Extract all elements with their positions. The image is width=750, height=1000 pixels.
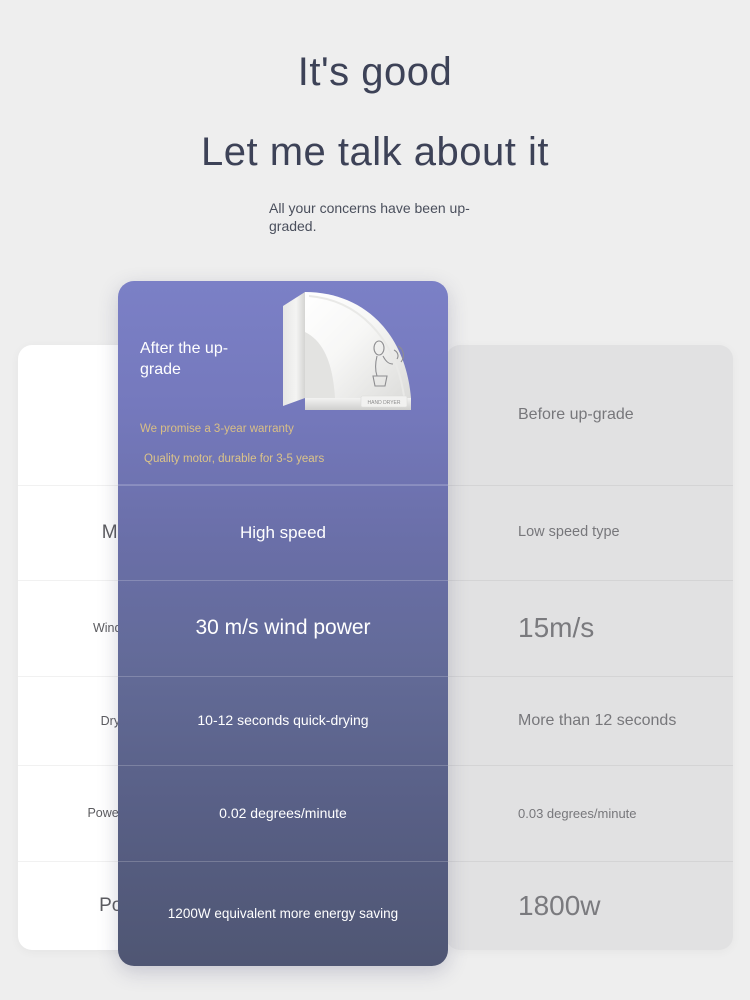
before-value: 0.03 degrees/minute [518,805,637,821]
after-row-wind-speed: 30 m/s wind power [118,580,448,676]
before-value: 1800w [518,889,601,921]
before-value: Low speed type [518,524,620,541]
after-column-title: After the up-grade [140,340,229,378]
subtitle-text: All your concerns have been up-graded. [269,199,470,235]
after-row-power-saving: 0.02 degrees/minute [118,765,448,861]
before-row-dry-hand: More than 12 seconds [446,676,733,765]
after-row-motor: High speed [118,485,448,580]
before-column-title: Before up-grade [518,406,634,424]
before-row-power: 1800w [446,861,733,950]
after-value: 0.02 degrees/minute [219,804,347,821]
after-value: 30 m/s wind power [195,616,371,640]
after-value: 1200W equivalent more energy saving [167,905,399,921]
after-value: 10-12 seconds quick-drying [197,712,369,729]
headline-secondary: Let me talk about it [201,129,549,174]
warranty-promise-text: We promise a 3-year warranty [140,423,294,435]
after-value: High speed [239,523,326,543]
before-header-cell: Before up-grade [446,345,733,485]
before-row-wind-speed: 15m/s [446,580,733,676]
after-row-dry-hand: 10-12 seconds quick-drying [118,676,448,765]
before-upgrade-column: Before up-grade Low speed type 15m/s Mor… [446,345,733,950]
before-value: More than 12 seconds [518,712,677,730]
after-row-power: 1200W equivalent more energy saving [118,861,448,966]
after-upgrade-column: After the up-grade HAND DRYER We promise… [118,281,448,966]
motor-quality-text: Quality motor, durable for 3-5 years [144,453,325,465]
before-row-motor: Low speed type [446,485,733,580]
before-row-power-saving: 0.03 degrees/minute [446,765,733,861]
headline-block: It's good Let me talk about it All your … [0,0,750,236]
comparison-page: It's good Let me talk about it All your … [0,0,750,1000]
after-header-cell: After the up-grade HAND DRYER We promise… [118,281,448,485]
hand-dryer-icon: HAND DRYER [265,286,435,416]
before-value: 15m/s [518,612,595,644]
svg-text:HAND DRYER: HAND DRYER [368,400,401,406]
headline-primary: It's good [297,50,453,94]
